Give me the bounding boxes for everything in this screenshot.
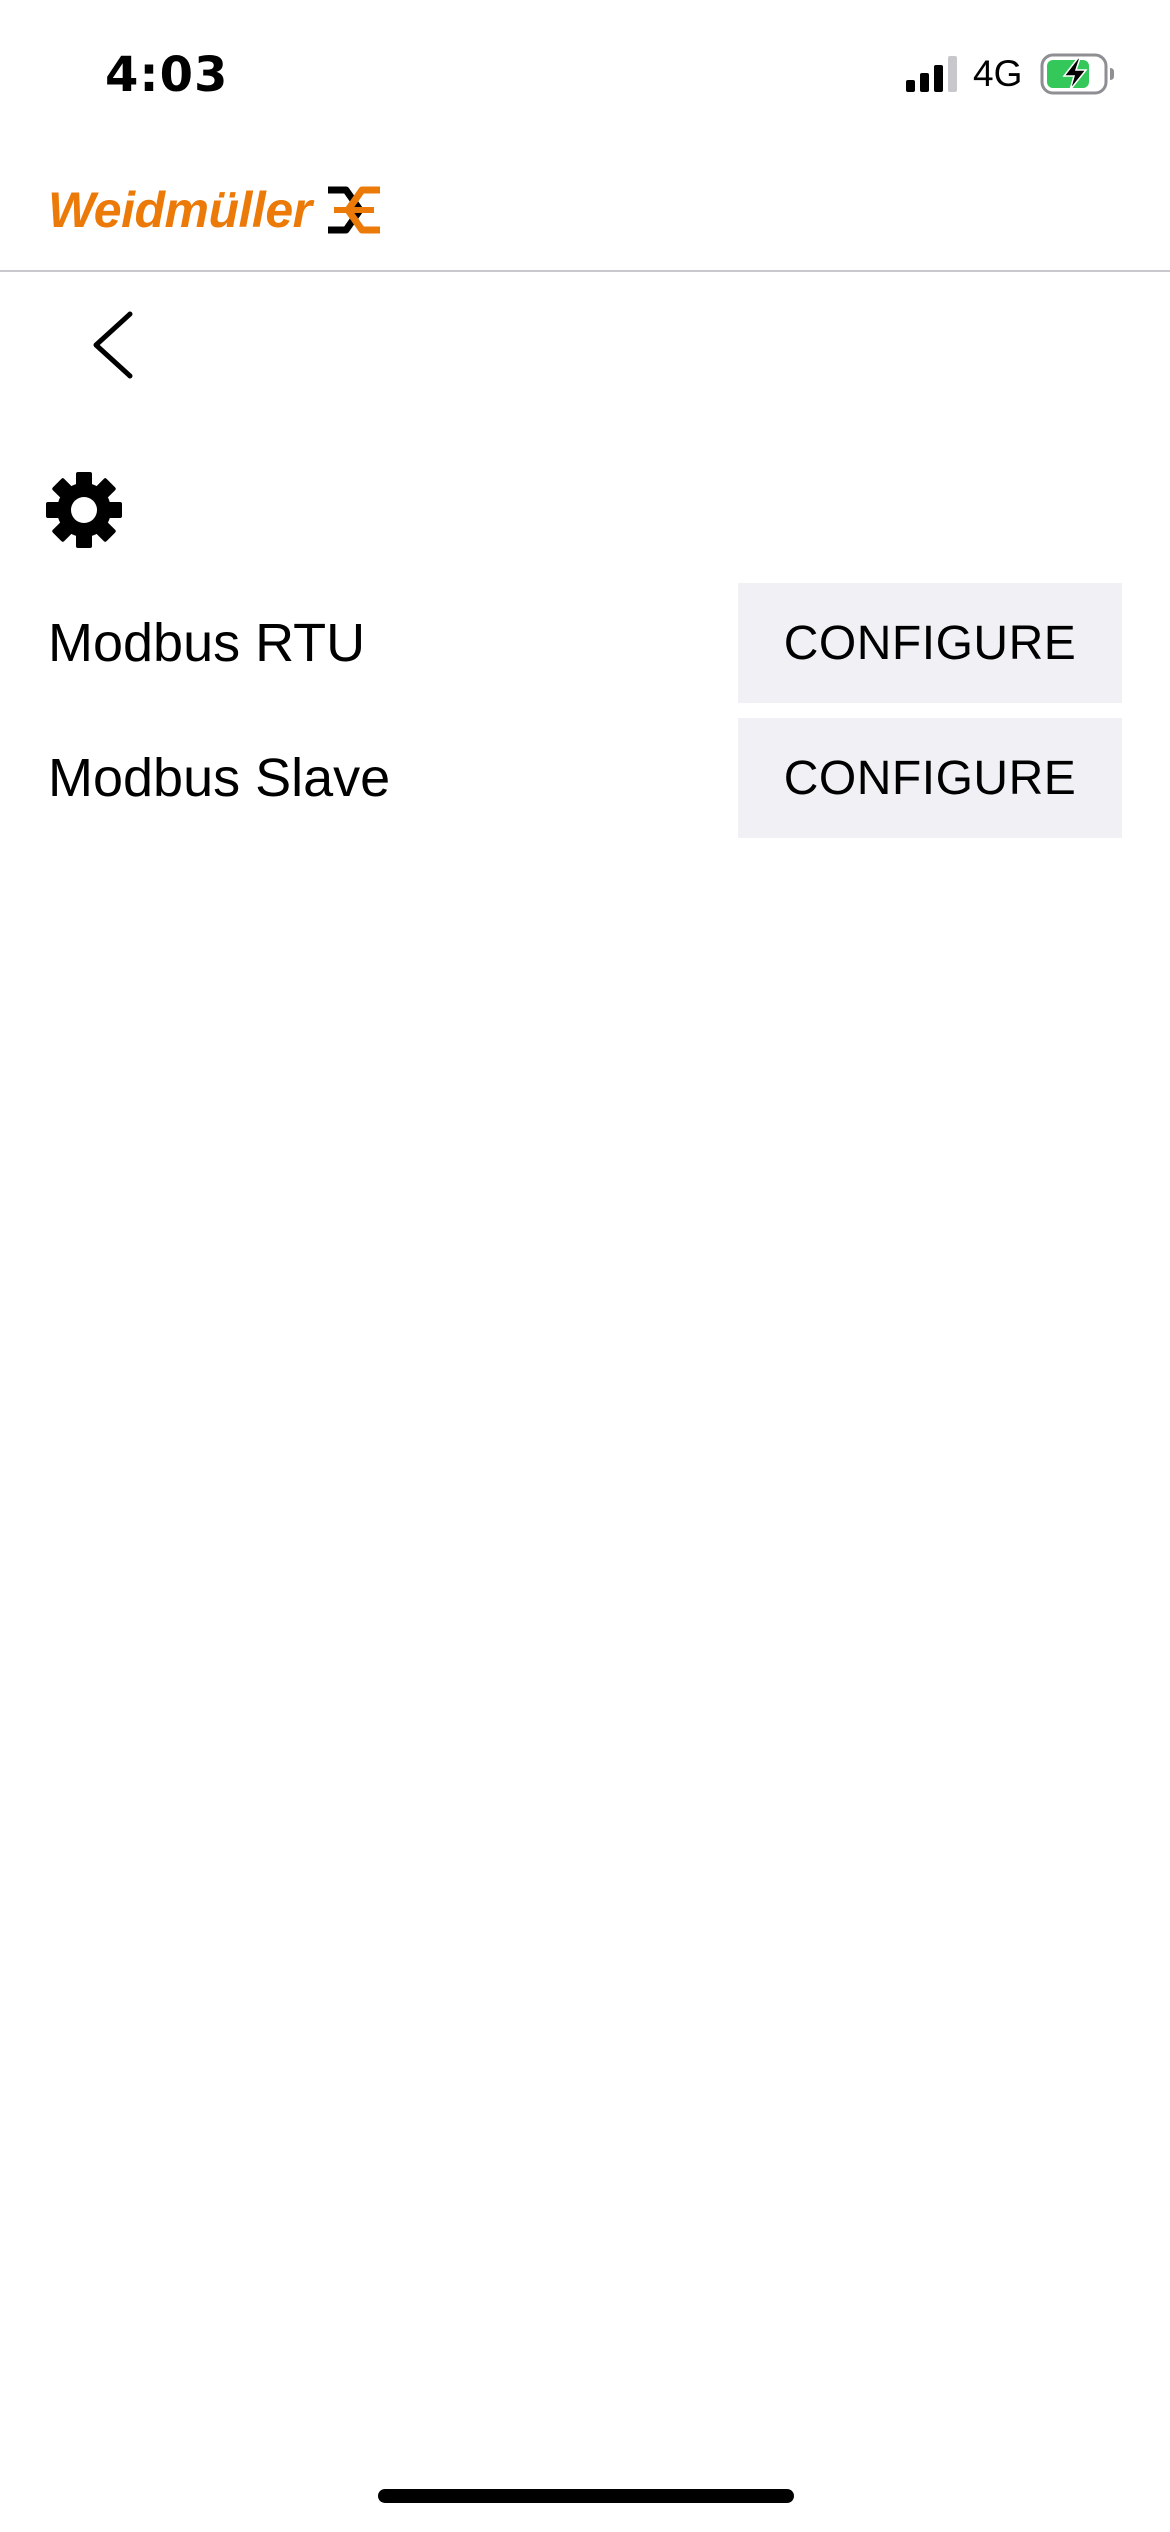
chevron-left-icon (93, 311, 133, 379)
gear-icon (46, 472, 122, 548)
list-item-modbus-slave: Modbus Slave CONFIGURE (0, 718, 1170, 838)
weidmuller-logo-mark-icon (327, 186, 380, 234)
configure-modbus-slave-button[interactable]: CONFIGURE (738, 718, 1122, 838)
row-label: Modbus RTU (48, 613, 366, 673)
cellular-signal-icon (906, 56, 957, 92)
logo-text: Weidmüller (48, 182, 312, 238)
status-time: 4:03 (105, 47, 229, 103)
home-indicator[interactable] (378, 2489, 794, 2503)
row-label: Modbus Slave (48, 748, 391, 808)
network-type-label: 4G (973, 53, 1023, 94)
status-bar: 4:03 4G (0, 0, 1170, 140)
battery-charging-icon (1040, 53, 1114, 95)
configure-modbus-rtu-button[interactable]: CONFIGURE (738, 583, 1122, 703)
weidmuller-logo: Weidmüller (48, 180, 382, 240)
app-header: Weidmüller (0, 140, 1170, 272)
back-button[interactable] (80, 300, 150, 390)
list-item-modbus-rtu: Modbus RTU CONFIGURE (0, 583, 1170, 703)
